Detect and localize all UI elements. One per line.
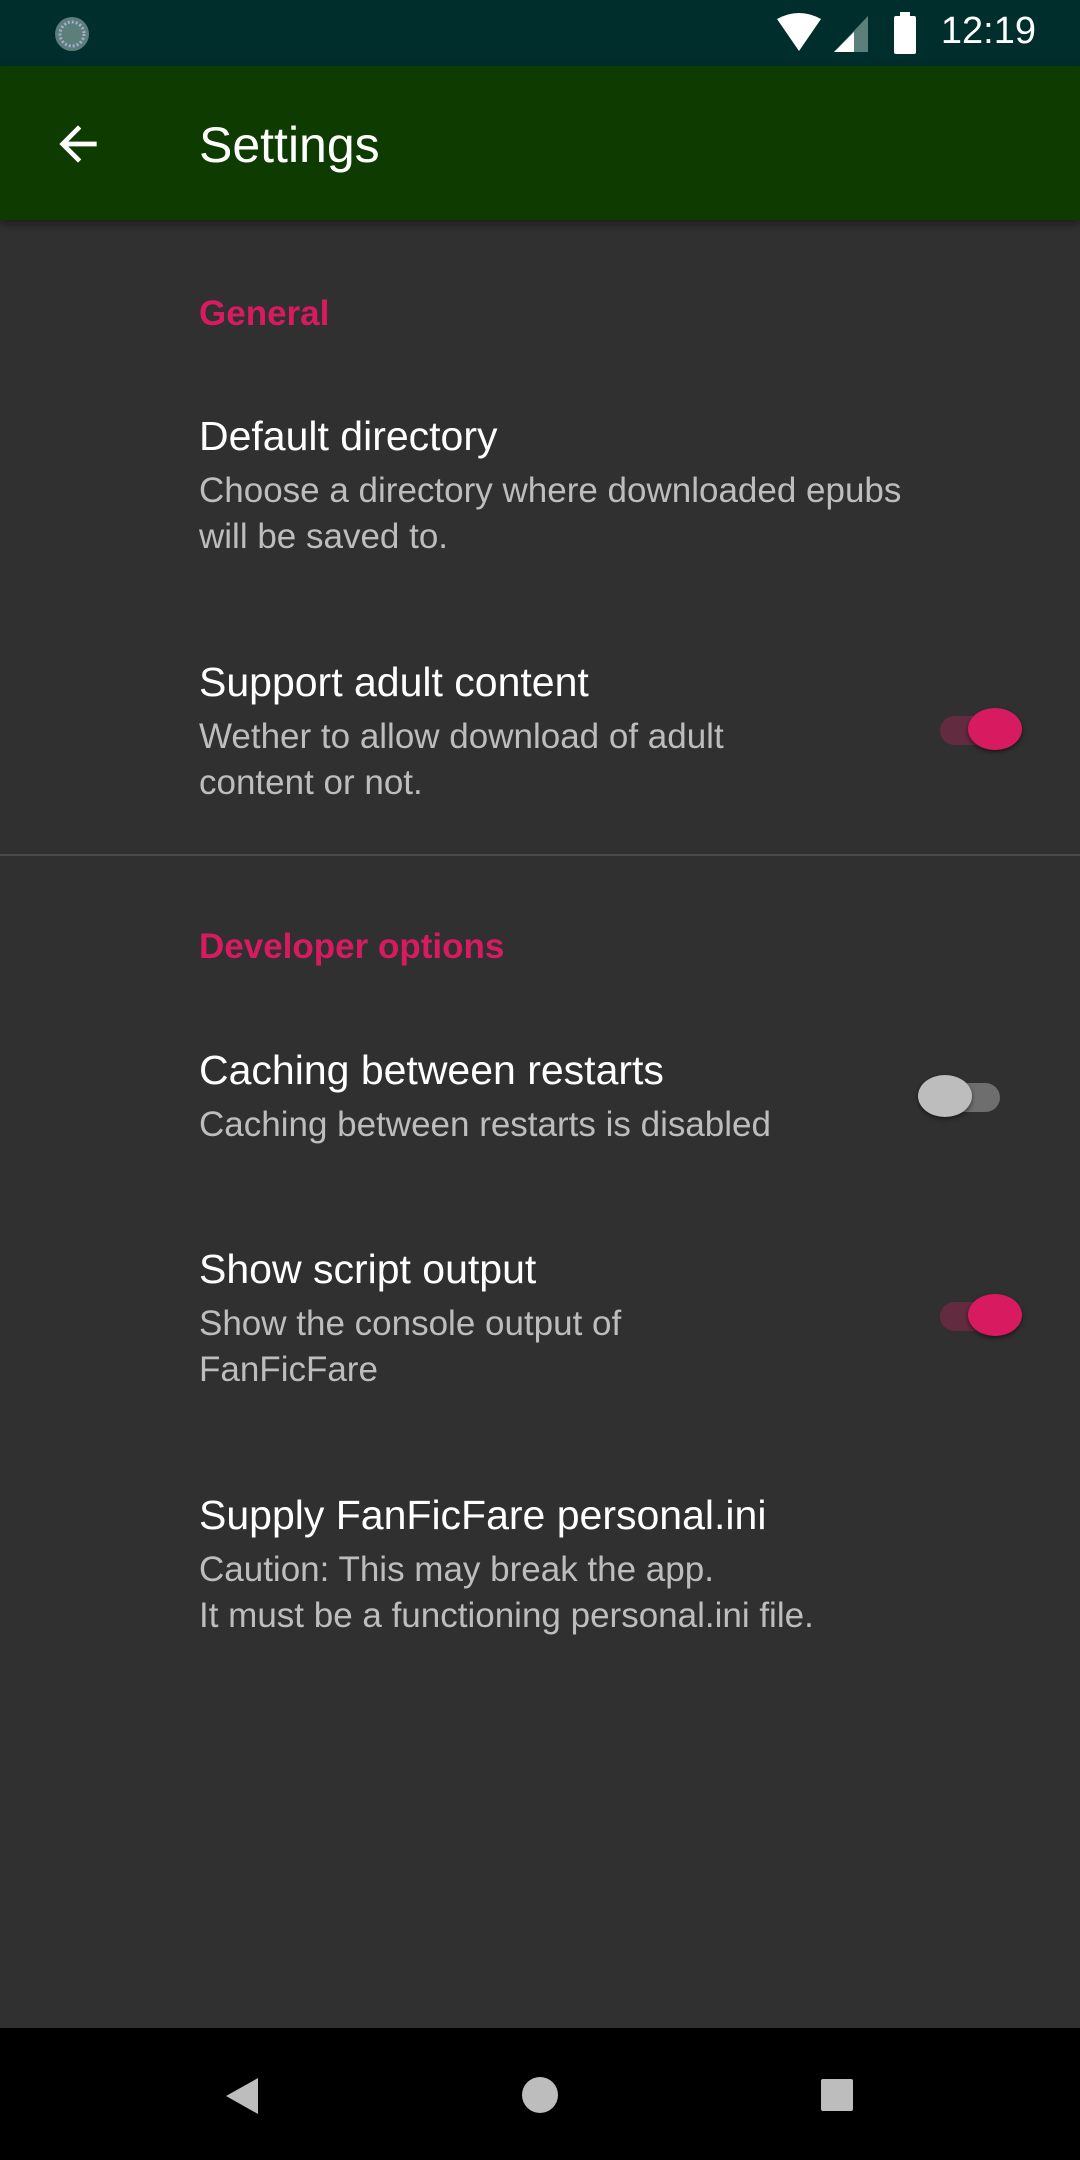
battery-icon — [894, 12, 916, 54]
section-header-general: General — [199, 294, 330, 333]
pref-summary: Choose a directory where downloaded epub… — [199, 468, 979, 560]
status-bar: 12:19 — [0, 0, 1080, 66]
summary-line: will be saved to. — [199, 517, 449, 556]
page-title: Settings — [199, 117, 380, 173]
switch-thumb — [968, 1294, 1022, 1336]
recents-square-icon[interactable] — [820, 2078, 854, 2112]
section-header-developer: Developer options — [199, 927, 505, 966]
pref-summary: Wether to allow download of adult content… — [199, 714, 979, 806]
pref-title: Caching between restarts — [199, 1047, 664, 1093]
navigation-bar — [0, 2028, 1080, 2160]
summary-line: Caution: This may break the app. — [199, 1550, 714, 1589]
cell-signal-icon — [834, 16, 868, 52]
pref-summary: Caution: This may break the app. It must … — [199, 1547, 979, 1639]
pref-title: Default directory — [199, 413, 498, 459]
pref-title: Show script output — [199, 1246, 537, 1292]
section-divider — [0, 854, 1080, 856]
home-circle-icon[interactable] — [521, 2076, 559, 2114]
app-bar: Settings — [0, 66, 1080, 220]
switch-thumb — [918, 1075, 972, 1117]
pref-summary: Caching between restarts is disabled — [199, 1102, 979, 1148]
pref-title: Support adult content — [199, 659, 589, 705]
script-output-switch[interactable] — [928, 1286, 1022, 1346]
wifi-icon — [777, 13, 821, 51]
summary-line: Wether to allow download of adult — [199, 717, 724, 756]
pref-summary: Show the console output of FanFicFare — [199, 1301, 979, 1393]
switch-thumb — [968, 708, 1022, 750]
caching-switch[interactable] — [918, 1067, 1012, 1127]
summary-line: Choose a directory where downloaded epub… — [199, 471, 902, 510]
summary-line: It must be a functioning personal.ini fi… — [199, 1596, 814, 1635]
arrow-back-icon[interactable] — [50, 116, 106, 172]
back-triangle-icon[interactable] — [224, 2076, 260, 2116]
pref-title: Supply FanFicFare personal.ini — [199, 1492, 767, 1538]
adult-content-switch[interactable] — [928, 700, 1022, 760]
app-notification-icon — [55, 17, 89, 51]
summary-line: Caching between restarts is disabled — [199, 1105, 771, 1144]
summary-line: FanFicFare — [199, 1350, 378, 1389]
summary-line: content or not. — [199, 763, 423, 802]
summary-line: Show the console output of — [199, 1304, 622, 1343]
status-time: 12:19 — [940, 10, 1036, 52]
